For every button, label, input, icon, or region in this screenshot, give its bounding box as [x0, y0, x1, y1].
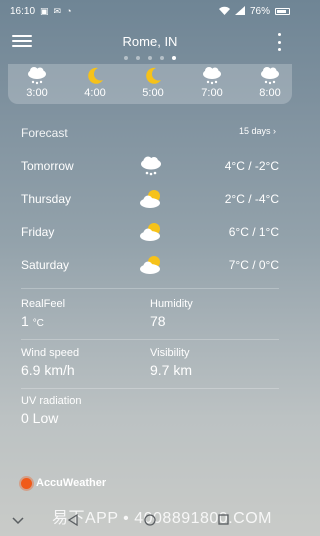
pager-dot-active[interactable] — [172, 56, 176, 60]
recents-icon[interactable] — [218, 514, 229, 528]
visibility-detail: Visibility 9.7 km — [150, 347, 192, 378]
uv-detail: UV radiation 0 Low — [21, 395, 82, 426]
cloud-snow-icon — [190, 66, 234, 86]
signal-icon — [234, 5, 245, 17]
pager-dot[interactable] — [160, 56, 164, 60]
battery-level: 76% — [249, 5, 270, 17]
section-divider — [21, 388, 279, 389]
hour-label: 8:00 — [259, 87, 281, 99]
hour-label: 5:00 — [142, 87, 164, 99]
cloud-snow-icon — [248, 66, 292, 86]
accuweather-logo-icon — [21, 477, 32, 489]
hour-label: 3:00 — [26, 87, 48, 99]
moon-icon — [131, 66, 175, 86]
system-nav-bar — [0, 506, 300, 536]
uv-value: 0 Low — [21, 410, 59, 426]
humidity-label: Humidity — [150, 298, 193, 310]
cloud-snow-icon — [139, 155, 165, 177]
partly-cloudy-icon — [139, 221, 165, 243]
hour-item[interactable]: 7:00 — [190, 66, 234, 99]
wifi-icon — [218, 6, 230, 17]
notification-icon: ▣ — [40, 5, 49, 16]
realfeel-label: RealFeel — [21, 298, 66, 310]
hour-label: 4:00 — [84, 87, 106, 99]
pager-dot[interactable] — [136, 56, 140, 60]
forecast-temps: 2°C / -4°C — [224, 192, 279, 206]
brand-name: AccuWeather — [36, 477, 107, 489]
city-title[interactable]: Rome, IN — [0, 34, 300, 49]
status-time: 16:10 — [10, 5, 36, 17]
status-bar: 16:10 ▣ ✉ ◔ 76% — [0, 0, 300, 22]
realfeel-unit: °C — [32, 318, 44, 329]
collapse-icon[interactable] — [12, 514, 24, 528]
realfeel-value: 1 — [21, 313, 29, 329]
cloud-snow-icon — [15, 66, 59, 86]
uv-label: UV radiation — [21, 395, 82, 407]
forecast-15-days-link[interactable]: 15 days › — [239, 126, 276, 136]
partly-cloudy-icon — [139, 254, 165, 276]
forecast-day: Thursday — [21, 192, 72, 206]
humidity-detail: Humidity 78 — [150, 298, 193, 329]
forecast-more-label: 15 days — [238, 126, 271, 136]
forecast-temps: 7°C / 0°C — [228, 258, 279, 272]
forecast-day: Tomorrow — [21, 159, 74, 173]
moon-icon — [73, 66, 117, 86]
hour-item[interactable]: 8:00 — [248, 66, 292, 99]
pager-dot[interactable] — [148, 56, 152, 60]
more-vertical-icon — [277, 33, 281, 36]
top-bar: Rome, IN — [0, 28, 300, 58]
forecast-title: Forecast — [21, 126, 68, 140]
forecast-temps: 4°C / -2°C — [224, 159, 279, 173]
forecast-row[interactable]: Friday 6°C / 1°C — [21, 221, 279, 243]
battery-icon — [275, 7, 290, 15]
weibo-icon: ◔ — [66, 5, 72, 16]
hour-item[interactable]: 3:00 — [15, 66, 59, 99]
hour-item[interactable]: 4:00 — [73, 66, 117, 99]
hour-item[interactable]: 5:00 — [131, 66, 175, 99]
hourly-forecast[interactable]: 3:00 4:00 5:00 7:00 8:00 — [8, 64, 292, 104]
section-divider — [21, 339, 279, 340]
forecast-row[interactable]: Saturday 7°C / 0°C — [21, 254, 279, 276]
back-icon[interactable] — [67, 513, 78, 529]
realfeel-detail: RealFeel 1 °C — [21, 298, 65, 329]
wind-value: 6.9 km/h — [21, 362, 75, 378]
forecast-row[interactable]: Tomorrow 4°C / -2°C — [21, 155, 279, 177]
wind-label: Wind speed — [21, 347, 80, 359]
wind-detail: Wind speed 6.9 km/h — [21, 347, 79, 378]
forecast-temps: 6°C / 1°C — [228, 225, 279, 239]
chevron-right-icon: › — [273, 126, 276, 136]
forecast-day: Saturday — [21, 258, 70, 272]
pager-dot[interactable] — [124, 56, 128, 60]
forecast-row[interactable]: Thursday 2°C / -4°C — [21, 188, 279, 210]
hour-label: 7:00 — [201, 87, 223, 99]
accuweather-link[interactable]: AccuWeather — [21, 477, 106, 489]
section-divider — [21, 288, 279, 289]
more-options-button[interactable] — [276, 33, 282, 51]
forecast-day: Friday — [21, 225, 55, 239]
partly-cloudy-icon — [139, 188, 165, 210]
location-pager[interactable] — [0, 56, 300, 60]
visibility-label: Visibility — [150, 347, 190, 359]
humidity-value: 78 — [150, 313, 166, 329]
home-icon[interactable] — [144, 514, 156, 529]
message-icon: ✉ — [53, 5, 62, 16]
visibility-value: 9.7 km — [150, 362, 193, 378]
